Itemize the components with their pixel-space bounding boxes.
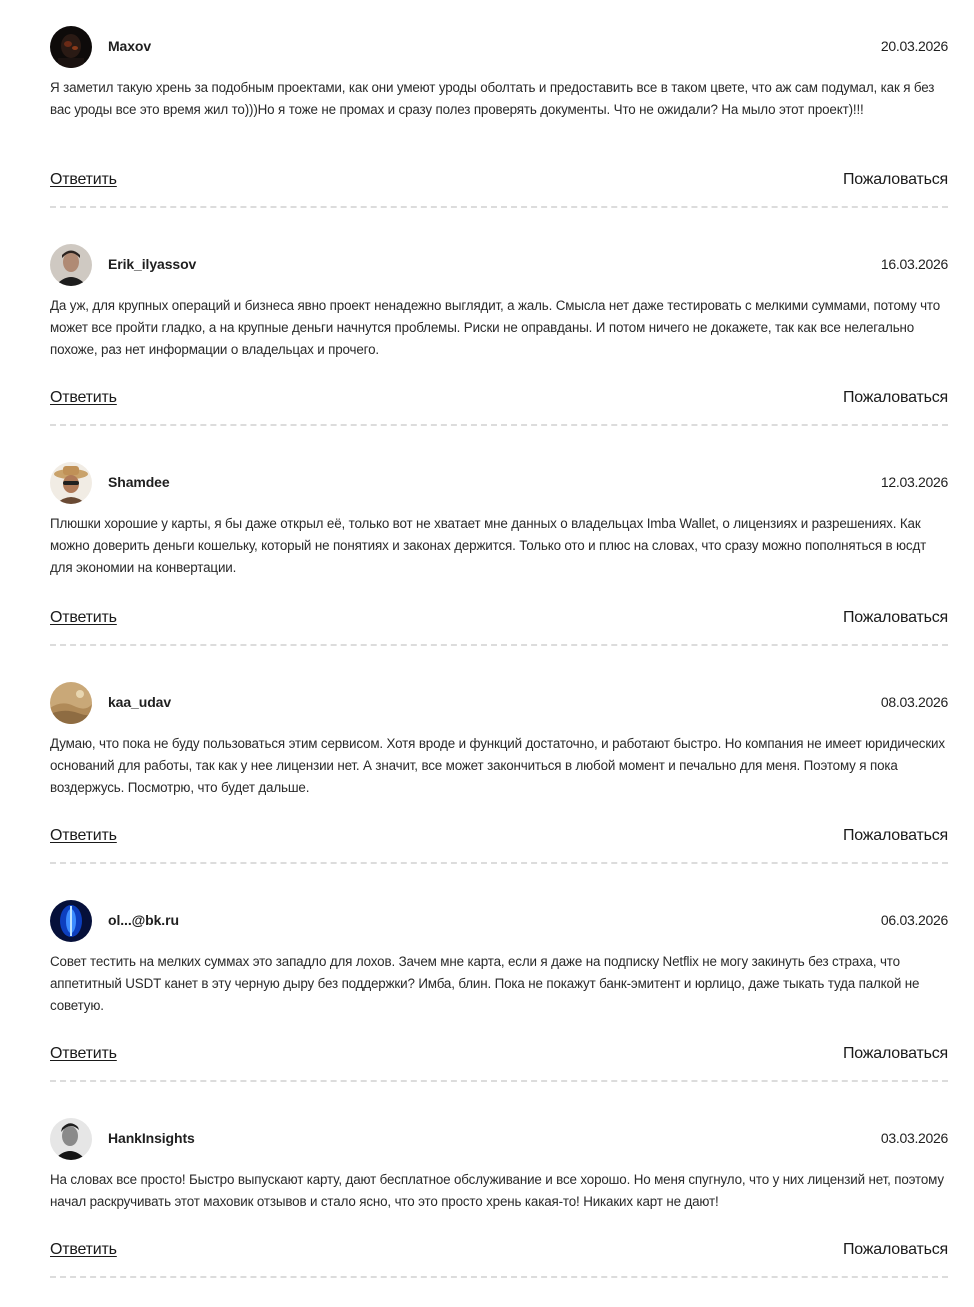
comment-item: Maxov 20.03.2026 Я заметил такую хрень з… [50, 0, 948, 218]
comment-author[interactable]: kaa_udav [108, 694, 171, 710]
avatar-bw-portrait-icon [50, 1118, 92, 1160]
comment-divider [50, 1080, 948, 1082]
report-button[interactable]: Пожаловаться [843, 1241, 948, 1259]
comment-date: 03.03.2026 [880, 1130, 948, 1146]
comment-divider [50, 206, 948, 208]
comment-actions: Ответить Пожаловаться [50, 171, 948, 193]
comment-actions: Ответить Пожаловаться [50, 1241, 948, 1263]
comments-feed: Maxov 20.03.2026 Я заметил такую хрень з… [50, 0, 948, 1307]
comment-header: HankInsights 03.03.2026 [50, 1118, 948, 1160]
comment-actions: Ответить Пожаловаться [50, 389, 948, 411]
comment-author[interactable]: ol...@bk.ru [108, 912, 179, 928]
comment-text: Я заметил такую хрень за подобным проект… [50, 80, 935, 117]
reply-link[interactable]: Ответить [50, 1241, 117, 1259]
avatar-man-portrait-icon [50, 244, 92, 286]
comment-text: На словах все просто! Быстро выпускают к… [50, 1172, 944, 1209]
comment-actions: Ответить Пожаловаться [50, 1045, 948, 1067]
comment-header: Erik_ilyassov 16.03.2026 [50, 244, 948, 286]
comment-header: kaa_udav 08.03.2026 [50, 682, 948, 724]
comment-divider [50, 644, 948, 646]
avatar-sand-landscape-icon [50, 682, 92, 724]
report-button[interactable]: Пожаловаться [843, 609, 948, 627]
comment-text: Да уж, для крупных операций и бизнеса яв… [50, 298, 941, 357]
comment-date: 16.03.2026 [880, 256, 948, 272]
comment-text: Совет тестить на мелких суммах это запад… [50, 954, 920, 1013]
report-button[interactable]: Пожаловаться [843, 389, 948, 407]
reply-link[interactable]: Ответить [50, 171, 117, 189]
reply-link[interactable]: Ответить [50, 827, 117, 845]
report-button[interactable]: Пожаловаться [843, 827, 948, 845]
reply-link[interactable]: Ответить [50, 1045, 117, 1063]
avatar-blue-light-icon [50, 900, 92, 942]
comment-header: Shamdee 12.03.2026 [50, 462, 948, 504]
comment-actions: Ответить Пожаловаться [50, 827, 948, 849]
comment-author[interactable]: HankInsights [108, 1130, 195, 1146]
comment-author[interactable]: Erik_ilyassov [108, 256, 196, 272]
comment-date: 08.03.2026 [880, 694, 948, 710]
comment-text: Думаю, что пока не буду пользоваться эти… [50, 736, 945, 795]
reply-link[interactable]: Ответить [50, 609, 117, 627]
comment-item: Shamdee 12.03.2026 Плюшки хорошие у карт… [50, 436, 948, 656]
avatar-man-hat-icon [50, 462, 92, 504]
reply-link[interactable]: Ответить [50, 389, 117, 407]
comment-date: 12.03.2026 [880, 474, 948, 490]
report-button[interactable]: Пожаловаться [843, 1045, 948, 1063]
comment-header: Maxov 20.03.2026 [50, 26, 948, 68]
comment-header: ol...@bk.ru 06.03.2026 [50, 900, 948, 942]
comment-divider [50, 424, 948, 426]
comment-item: Erik_ilyassov 16.03.2026 Да уж, для круп… [50, 218, 948, 436]
report-button[interactable]: Пожаловаться [843, 171, 948, 189]
comment-date: 06.03.2026 [880, 912, 948, 928]
avatar-dark-portrait-icon [50, 26, 92, 68]
comment-actions: Ответить Пожаловаться [50, 609, 948, 631]
comment-item: ol...@bk.ru 06.03.2026 Совет тестить на … [50, 874, 948, 1092]
comment-author[interactable]: Maxov [108, 38, 151, 54]
comment-date: 20.03.2026 [880, 38, 948, 54]
comment-divider [50, 1276, 948, 1278]
comment-author[interactable]: Shamdee [108, 474, 170, 490]
comment-item: HankInsights 03.03.2026 На словах все пр… [50, 1092, 948, 1307]
comment-item: kaa_udav 08.03.2026 Думаю, что пока не б… [50, 656, 948, 874]
comment-text: Плюшки хорошие у карты, я бы даже открыл… [50, 516, 927, 575]
comment-divider [50, 862, 948, 864]
